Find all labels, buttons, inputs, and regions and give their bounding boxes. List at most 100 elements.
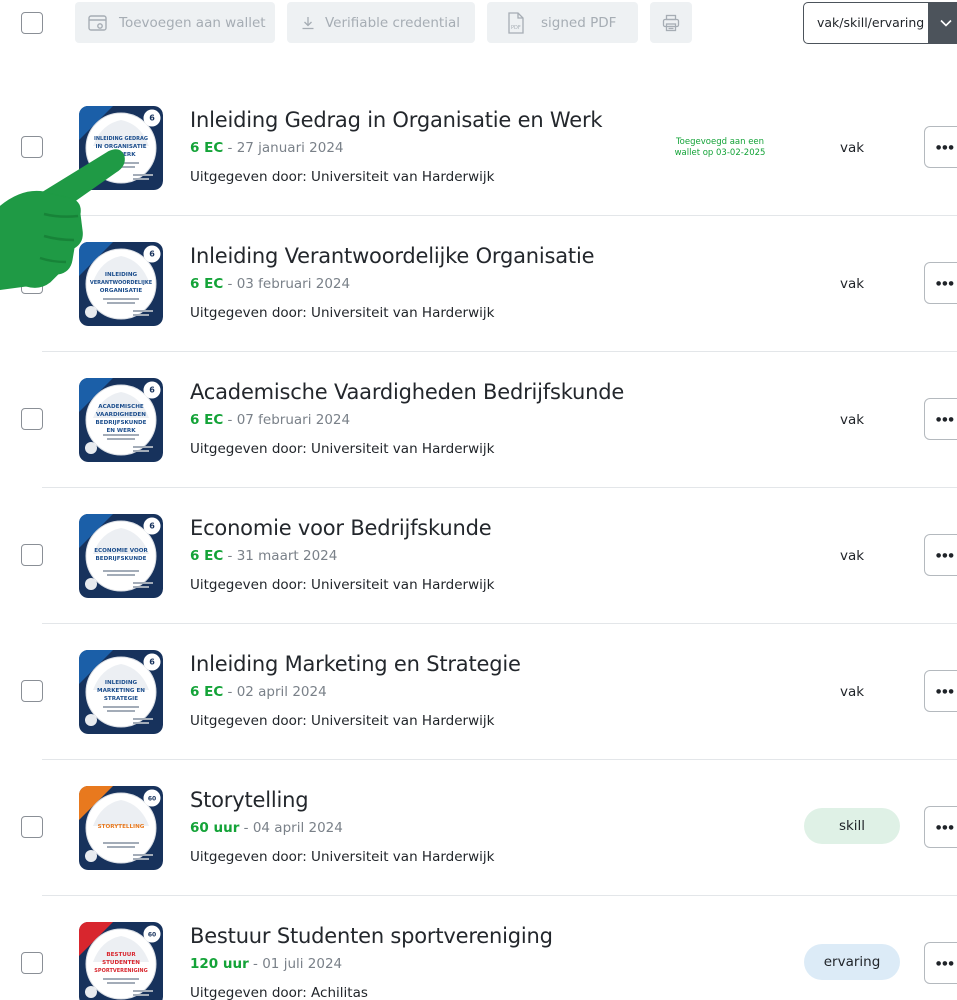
- row-checkbox[interactable]: [21, 272, 43, 294]
- credential-title[interactable]: Academische Vaardigheden Bedrijfskunde: [190, 380, 624, 404]
- signed-pdf-button[interactable]: PDF signed PDF: [487, 2, 638, 43]
- wallet-status-note: Toegevoegd aan een wallet op 03-02-2025: [674, 137, 766, 158]
- credential-amount: 60 uur: [190, 820, 240, 836]
- download-icon: [302, 16, 314, 29]
- list-item: 6 ECONOMIE VOOR BEDRIJFSKUNDE Economie vo…: [0, 488, 957, 624]
- credential-meta: 60 uur - 04 april 2024: [190, 820, 343, 836]
- select-all-checkbox[interactable]: [21, 12, 43, 34]
- list-item: 6 INLEIDING VERANTWOORDELIJKE ORGANISATIE …: [0, 216, 957, 352]
- badge-count: 60: [148, 932, 156, 939]
- credential-meta: 6 EC - 31 maart 2024: [190, 548, 337, 564]
- credential-amount: 6 EC: [190, 412, 224, 428]
- printer-icon: [662, 14, 680, 31]
- more-dots-icon: ●●●: [936, 552, 955, 559]
- credential-issuer: Uitgegeven door: Universiteit van Harder…: [190, 577, 495, 593]
- list-item: 60 STORYTELLING Storytelling 60 uur - 04 …: [0, 760, 957, 896]
- badge-count: 6: [149, 658, 155, 667]
- badge-line: BEDRIJFSKUNDE: [96, 420, 147, 426]
- row-checkbox[interactable]: [21, 544, 43, 566]
- more-dots-icon: ●●●: [936, 280, 955, 287]
- badge-line: BESTUUR: [106, 952, 136, 958]
- badge-line: VAARDIGHEDEN: [96, 412, 146, 418]
- credential-meta: 6 EC - 07 februari 2024: [190, 412, 350, 428]
- row-checkbox[interactable]: [21, 408, 43, 430]
- credential-issuer: Uitgegeven door: Universiteit van Harder…: [190, 713, 495, 729]
- list-item: 60 BESTUUR STUDENTEN SPORTVERENIGING Bestu…: [0, 896, 957, 1000]
- verifiable-credential-button[interactable]: Verifiable credential: [287, 2, 475, 43]
- credential-date: - 03 februari 2024: [223, 276, 351, 292]
- more-dots-icon: ●●●: [936, 144, 955, 151]
- more-actions-button[interactable]: ●●●: [924, 398, 957, 440]
- credential-title[interactable]: Inleiding Verantwoordelijke Organisatie: [190, 244, 595, 268]
- credential-thumbnail: 6 INLEIDING GEDRAG IN ORGANISATIE EN WERK: [79, 106, 163, 190]
- type-filter-value: vak/skill/ervaring: [817, 15, 925, 30]
- credential-title[interactable]: Economie voor Bedrijfskunde: [190, 516, 492, 540]
- credential-issuer: Uitgegeven door: Universiteit van Harder…: [190, 849, 495, 865]
- credential-date: - 07 februari 2024: [223, 412, 351, 428]
- credential-amount: 6 EC: [190, 276, 224, 292]
- badge-line: STRATEGIE: [104, 696, 138, 702]
- row-checkbox[interactable]: [21, 816, 43, 838]
- credential-issuer: Uitgegeven door: Universiteit van Harder…: [190, 305, 495, 321]
- credential-title[interactable]: Inleiding Gedrag in Organisatie en Werk: [190, 108, 603, 132]
- badge-line: STORYTELLING: [98, 824, 145, 830]
- badge-line: VERANTWOORDELIJKE: [90, 280, 153, 286]
- credential-date: - 01 juli 2024: [248, 956, 343, 972]
- more-dots-icon: ●●●: [936, 416, 955, 423]
- badge-count: 6: [149, 522, 155, 531]
- badge-line: INLEIDING GEDRAG: [94, 136, 148, 142]
- credential-type-badge: vak: [839, 412, 865, 428]
- badge-count: 60: [148, 796, 156, 803]
- credential-badge-image: 60 BESTUUR STUDENTEN SPORTVERENIGING: [79, 922, 163, 1000]
- credential-date: - 04 april 2024: [239, 820, 343, 836]
- signed-pdf-label: signed PDF: [541, 14, 617, 31]
- credential-title[interactable]: Storytelling: [190, 788, 309, 812]
- more-dots-icon: ●●●: [936, 824, 955, 831]
- print-button[interactable]: [650, 2, 692, 43]
- credential-title[interactable]: Inleiding Marketing en Strategie: [190, 652, 521, 676]
- credential-amount: 6 EC: [190, 140, 224, 156]
- more-actions-button[interactable]: ●●●: [924, 670, 957, 712]
- credential-thumbnail: 6 INLEIDING MARKETING EN STRATEGIE: [79, 650, 163, 734]
- credential-badge-image: 6 ACADEMISCHE VAARDIGHEDEN BEDRIJFSKUNDE EN…: [79, 378, 163, 462]
- credential-badge-image: 6 INLEIDING VERANTWOORDELIJKE ORGANISATIE: [79, 242, 163, 326]
- credential-title[interactable]: Bestuur Studenten sportvereniging: [190, 924, 553, 948]
- list-item: 6 ACADEMISCHE VAARDIGHEDEN BEDRIJFSKUNDE EN…: [0, 352, 957, 488]
- credential-issuer: Uitgegeven door: Achilitas: [190, 985, 368, 1000]
- credential-badge-image: 6 INLEIDING MARKETING EN STRATEGIE: [79, 650, 163, 734]
- credential-type-badge: skill: [804, 808, 900, 844]
- badge-line: IN ORGANISATIE: [95, 144, 146, 150]
- credential-thumbnail: 6 ACADEMISCHE VAARDIGHEDEN BEDRIJFSKUNDE EN…: [79, 378, 163, 462]
- more-actions-button[interactable]: ●●●: [924, 534, 957, 576]
- badge-line: EN WERK: [106, 152, 136, 158]
- credential-amount: 6 EC: [190, 548, 224, 564]
- credential-date: - 02 april 2024: [223, 684, 327, 700]
- row-checkbox[interactable]: [21, 680, 43, 702]
- row-checkbox[interactable]: [21, 952, 43, 974]
- more-actions-button[interactable]: ●●●: [924, 126, 957, 168]
- add-to-wallet-button[interactable]: Toevoegen aan wallet: [75, 2, 275, 43]
- more-actions-button[interactable]: ●●●: [924, 942, 957, 984]
- badge-line: INLEIDING: [105, 272, 138, 278]
- credential-type-badge: vak: [839, 684, 865, 700]
- badge-count: 6: [149, 114, 155, 123]
- credential-badge-image: 6 INLEIDING GEDRAG IN ORGANISATIE EN WERK: [79, 106, 163, 190]
- type-filter-select[interactable]: vak/skill/ervaring: [803, 2, 957, 44]
- badge-line: BEDRIJFSKUNDE: [96, 556, 147, 562]
- add-to-wallet-label: Toevoegen aan wallet: [119, 14, 266, 31]
- list-item: 6 INLEIDING GEDRAG IN ORGANISATIE EN WERK …: [0, 80, 957, 216]
- credential-thumbnail: 60 STORYTELLING: [79, 786, 163, 870]
- more-actions-button[interactable]: ●●●: [924, 262, 957, 304]
- badge-line: STUDENTEN: [102, 960, 140, 966]
- more-actions-button[interactable]: ●●●: [924, 806, 957, 848]
- badge-count: 6: [149, 250, 155, 259]
- toolbar: Toevoegen aan wallet Verifiable credenti…: [0, 0, 957, 46]
- row-checkbox[interactable]: [21, 136, 43, 158]
- verifiable-credential-label: Verifiable credential: [325, 14, 460, 31]
- credential-meta: 6 EC - 03 februari 2024: [190, 276, 350, 292]
- credential-date: - 27 januari 2024: [223, 140, 344, 156]
- credential-amount: 120 uur: [190, 956, 249, 972]
- list-item: 6 INLEIDING MARKETING EN STRATEGIE Inleidi…: [0, 624, 957, 760]
- credential-badge-image: 60 STORYTELLING: [79, 786, 163, 870]
- credential-thumbnail: 6 INLEIDING VERANTWOORDELIJKE ORGANISATIE: [79, 242, 163, 326]
